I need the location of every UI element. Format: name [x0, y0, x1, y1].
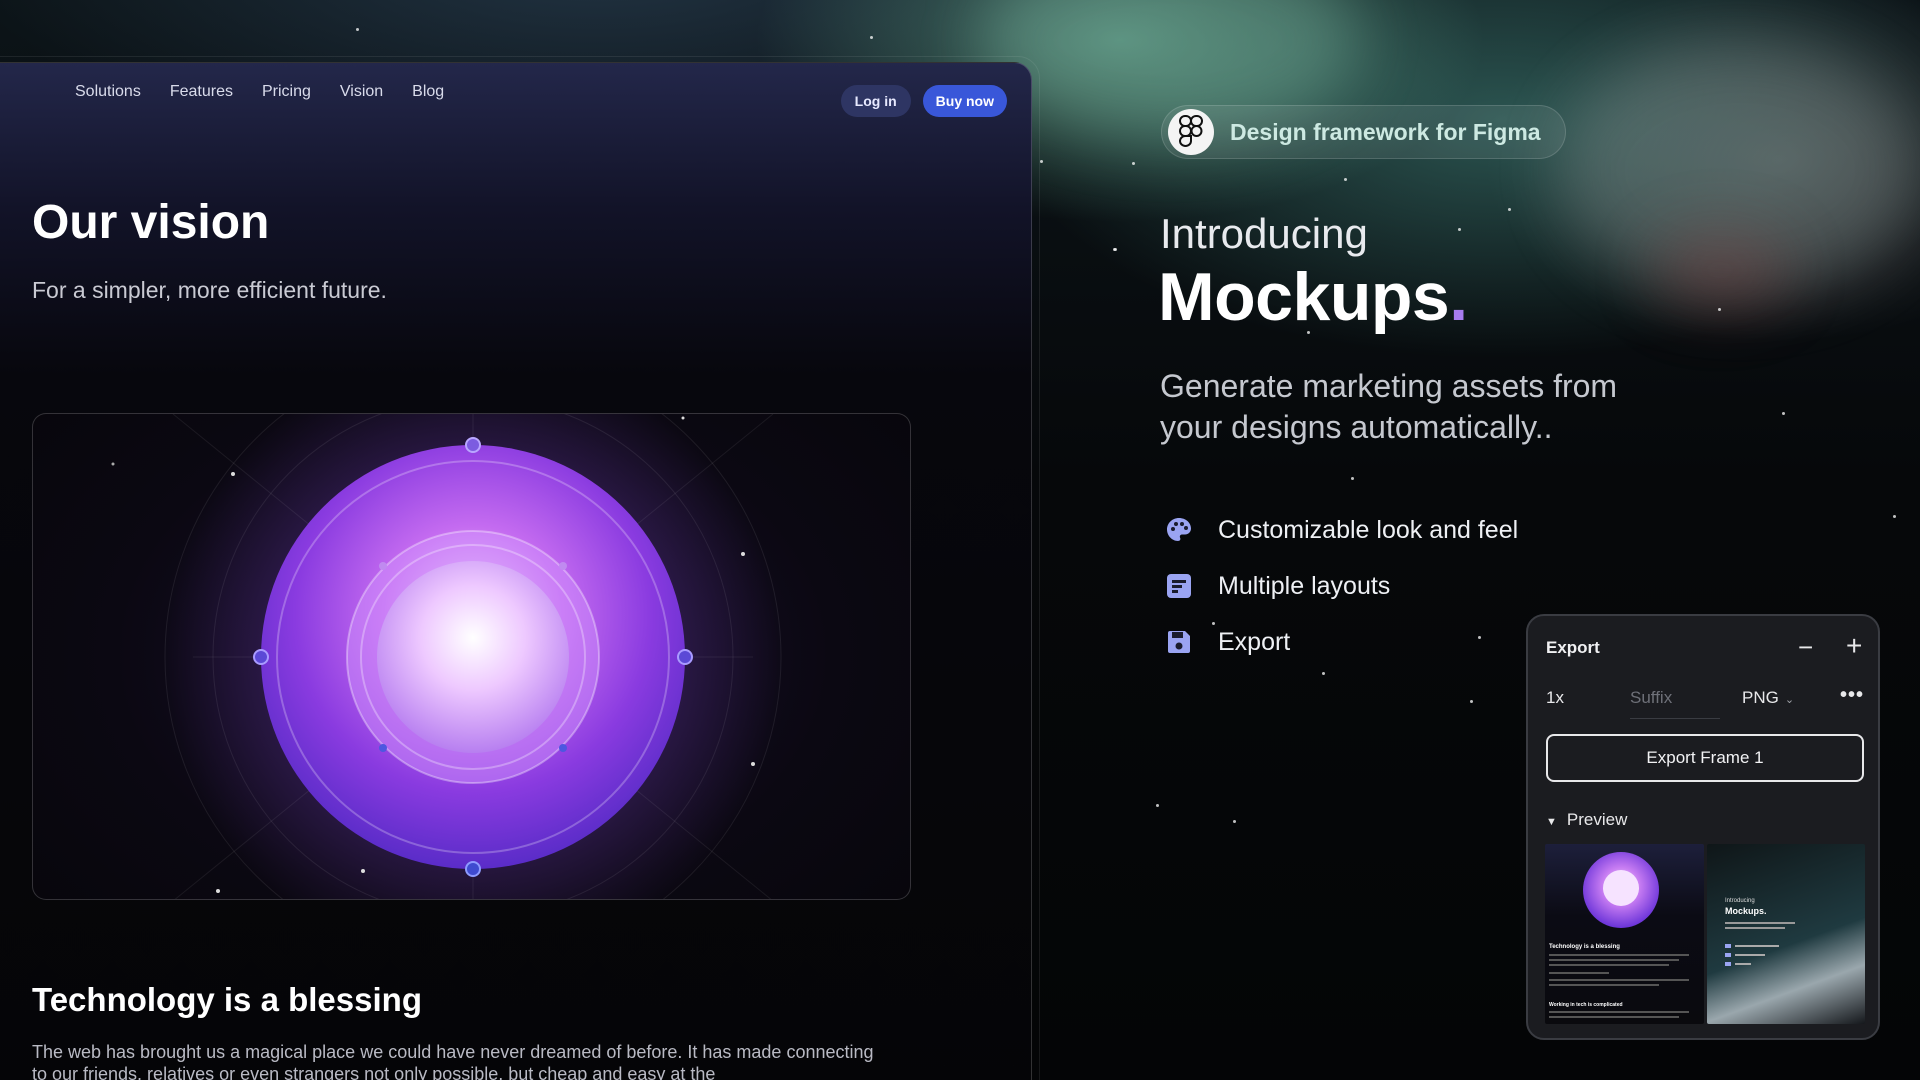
save-icon	[1164, 627, 1194, 657]
nav-actions: Log in Buy now	[840, 85, 1007, 117]
export-frame-button[interactable]: Export Frame 1	[1546, 734, 1864, 782]
figma-icon	[1168, 109, 1214, 155]
page-subtitle: For a simpler, more efficient future.	[32, 277, 387, 303]
smoke-3	[1650, 230, 1790, 310]
badge-label: Design framework for Figma	[1230, 118, 1541, 145]
format-select[interactable]: PNG ⌄	[1742, 688, 1794, 708]
plus-icon[interactable]: +	[1846, 630, 1862, 662]
preview-thumb-vision: Technology is a blessing Working in tech…	[1545, 844, 1704, 1024]
nav-solutions[interactable]: Solutions	[75, 83, 141, 101]
chevron-down-icon: ⌄	[1784, 694, 1795, 706]
figma-badge: Design framework for Figma	[1161, 105, 1566, 159]
website-preview-window: Solutions Features Pricing Vision Blog L…	[0, 62, 1032, 1080]
preview-thumb-mockups: Introducing Mockups.	[1706, 844, 1865, 1024]
orb-illustration	[111, 414, 783, 899]
section-body: The web has brought us a magical place w…	[32, 1042, 874, 1080]
nav-vision[interactable]: Vision	[340, 83, 383, 101]
feature-item: Customizable look and feel	[1164, 502, 1518, 558]
preview-toggle[interactable]: ▼ Preview	[1546, 810, 1627, 830]
minus-icon[interactable]: −	[1798, 632, 1813, 663]
feature-label: Export	[1218, 627, 1291, 656]
preview-thumbnails: Technology is a blessing Working in tech…	[1545, 844, 1865, 1024]
thumb-a-subtitle: Working in tech is complicated	[1549, 1002, 1623, 1008]
product-name: Mockups	[1158, 259, 1450, 335]
product-description: Generate marketing assets from your desi…	[1160, 368, 1618, 445]
nav-features[interactable]: Features	[170, 83, 233, 101]
panel-title: Export	[1546, 638, 1600, 657]
product-title: Mockups.	[1158, 258, 1468, 336]
palette-icon	[1164, 515, 1194, 545]
main-nav: Solutions Features Pricing Vision Blog	[75, 83, 444, 101]
scale-select[interactable]: 1x	[1546, 688, 1564, 708]
export-panel: Export − + 1x Suffix PNG ⌄ ••• Export Fra…	[1526, 614, 1880, 1040]
thumb-a-title: Technology is a blessing	[1549, 944, 1620, 950]
login-button[interactable]: Log in	[840, 85, 911, 117]
product-dot: .	[1449, 259, 1468, 335]
hero-image	[32, 413, 911, 900]
feature-list: Customizable look and feel Multiple layo…	[1164, 502, 1518, 670]
more-options-icon[interactable]: •••	[1840, 684, 1864, 707]
feature-label: Customizable look and feel	[1218, 515, 1519, 544]
intro-label: Introducing	[1160, 210, 1368, 257]
layout-icon	[1164, 571, 1194, 601]
thumb-b-title: Mockups.	[1725, 906, 1767, 916]
feature-item: Export	[1164, 614, 1518, 670]
section-title: Technology is a blessing	[32, 981, 422, 1018]
page-title: Our vision	[32, 196, 270, 249]
format-value: PNG	[1742, 688, 1779, 707]
nav-blog[interactable]: Blog	[412, 83, 444, 101]
preview-label: Preview	[1566, 810, 1628, 829]
feature-label: Multiple layouts	[1218, 571, 1391, 600]
suffix-input[interactable]: Suffix	[1630, 688, 1720, 719]
feature-item: Multiple layouts	[1164, 558, 1518, 614]
nav-pricing[interactable]: Pricing	[262, 83, 311, 101]
buy-now-button[interactable]: Buy now	[922, 85, 1007, 117]
thumb-b-intro: Introducing	[1725, 898, 1755, 904]
caret-down-icon: ▼	[1546, 816, 1557, 828]
